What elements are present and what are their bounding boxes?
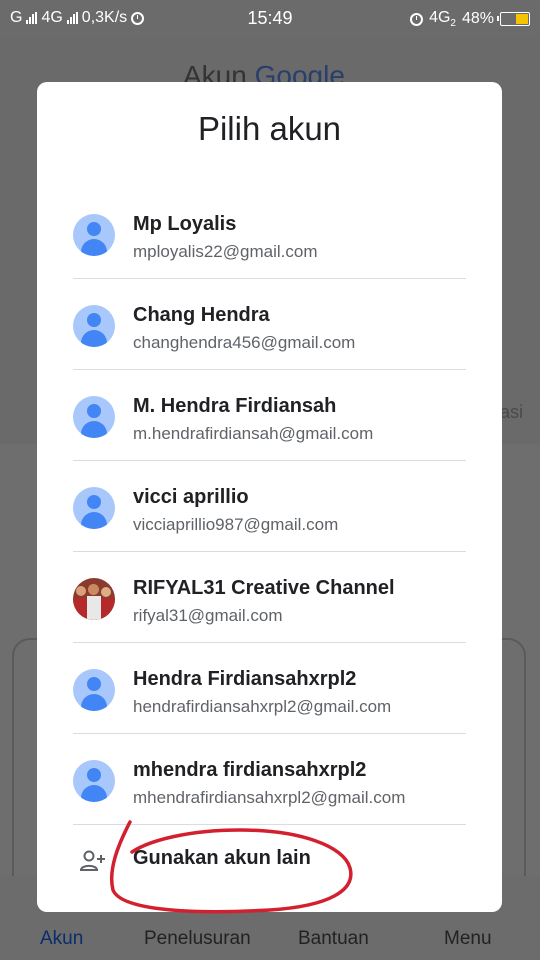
dialog-title: Pilih akun	[197, 110, 342, 147]
account-row[interactable]: Chang Hendra changhendra456@gmail.com	[37, 279, 502, 370]
photo-avatar	[73, 578, 115, 620]
account-email: mployalis22@gmail.com	[133, 242, 318, 261]
nav-item-bantuan[interactable]: Bantuan	[298, 928, 369, 950]
account-email: rifyal31@gmail.com	[133, 606, 283, 625]
background-side-text: asi	[500, 402, 524, 422]
default-avatar-icon	[73, 487, 115, 529]
network-right-main: 4G	[429, 9, 451, 26]
account-chooser-dialog: Pilih akun Mp Loyalis mployalis22@gmail.…	[37, 82, 502, 912]
default-avatar-icon	[73, 214, 115, 256]
account-row[interactable]: M. Hendra Firdiansah m.hendrafirdiansah@…	[37, 370, 502, 461]
account-name: Chang Hendra	[133, 304, 270, 326]
default-avatar-icon	[73, 396, 115, 438]
account-row[interactable]: vicci aprillio vicciaprillio987@gmail.co…	[37, 461, 502, 552]
account-email: hendrafirdiansahxrpl2@gmail.com	[133, 697, 392, 716]
default-avatar-icon	[73, 305, 115, 347]
network-right-sub: 2	[450, 18, 456, 30]
account-email: changhendra456@gmail.com	[133, 333, 356, 352]
account-row[interactable]: RIFYAL31 Creative Channel rifyal31@gmail…	[37, 552, 502, 643]
account-row[interactable]: Mp Loyalis mployalis22@gmail.com	[37, 188, 502, 279]
account-email: vicciaprillio987@gmail.com	[133, 515, 339, 534]
alarm-icon	[410, 12, 424, 26]
add-person-icon	[79, 850, 105, 871]
nav-item-penelusuran[interactable]: Penelusuran	[144, 928, 251, 950]
default-avatar-icon	[73, 669, 115, 711]
status-right: 4G2 48%	[410, 9, 530, 29]
use-other-account-label: Gunakan akun lain	[133, 847, 311, 869]
battery-fill	[516, 14, 528, 25]
account-email: m.hendrafirdiansah@gmail.com	[133, 424, 374, 443]
use-other-account-button[interactable]: Gunakan akun lain	[37, 823, 502, 899]
account-email: mhendrafirdiansahxrpl2@gmail.com	[133, 788, 406, 807]
account-name: mhendra firdiansahxrpl2	[133, 759, 367, 781]
network-right-label: 4G2	[429, 9, 456, 29]
account-name: vicci aprillio	[133, 486, 249, 508]
account-name: Mp Loyalis	[133, 213, 237, 235]
status-bar: G 4G 0,3K/s 15:49 4G2 48%	[0, 0, 540, 38]
account-row[interactable]: Hendra Firdiansahxrpl2 hendrafirdiansahx…	[37, 643, 502, 734]
account-row[interactable]: mhendra firdiansahxrpl2 mhendrafirdiansa…	[37, 734, 502, 825]
account-name: M. Hendra Firdiansah	[133, 395, 337, 417]
account-name: Hendra Firdiansahxrpl2	[133, 668, 357, 690]
battery-icon	[497, 12, 530, 27]
nav-item-akun[interactable]: Akun	[40, 928, 83, 950]
battery-percent: 48%	[461, 10, 494, 28]
default-avatar-icon	[73, 760, 115, 802]
nav-item-menu[interactable]: Menu	[444, 928, 492, 950]
account-name: RIFYAL31 Creative Channel	[133, 577, 395, 599]
